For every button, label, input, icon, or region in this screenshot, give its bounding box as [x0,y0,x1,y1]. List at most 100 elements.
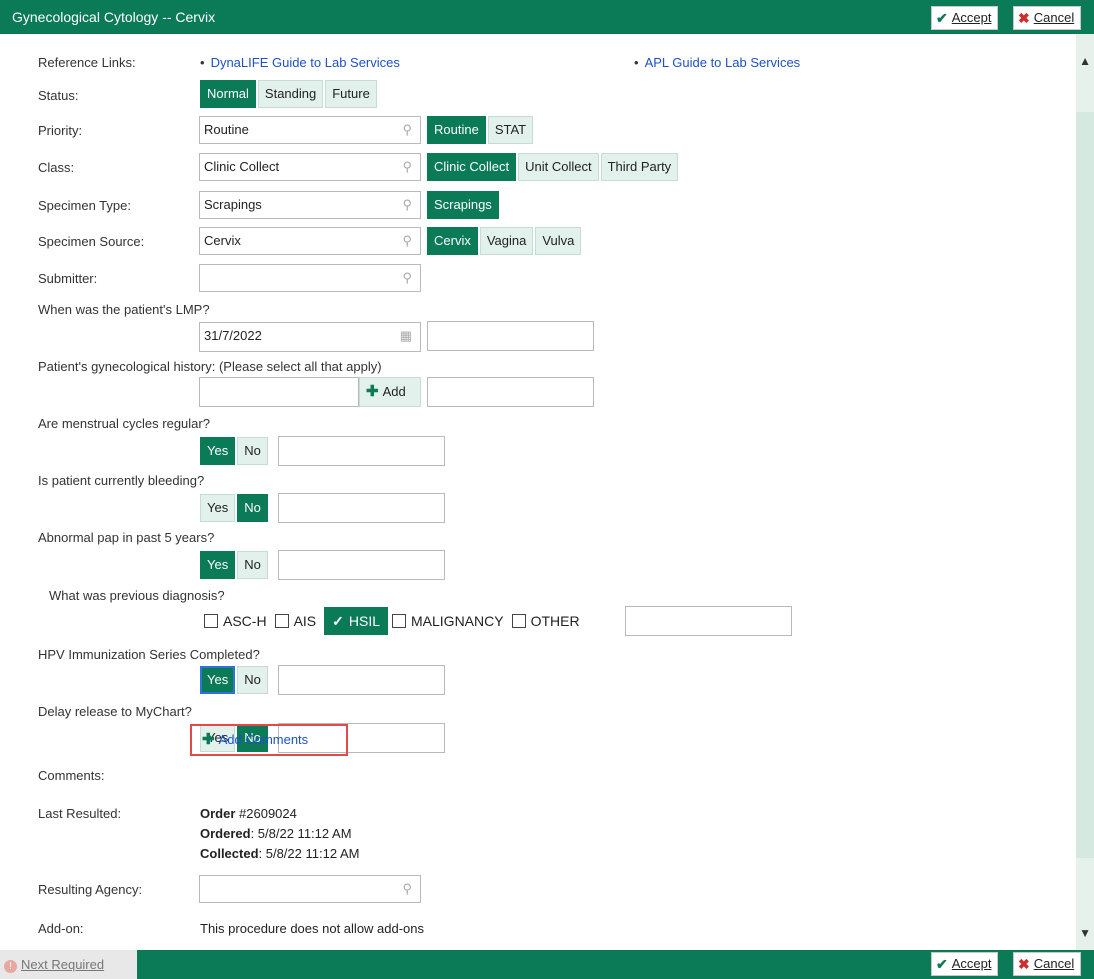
specimen-type-label: Specimen Type: [38,198,131,213]
class-unit-collect[interactable]: Unit Collect [518,153,599,181]
status-future[interactable]: Future [325,80,377,108]
calendar-icon[interactable]: ▦ [400,323,412,349]
specimen-source-toggle: Cervix Vagina Vulva [427,227,583,255]
menstrual-no[interactable]: No [237,437,268,465]
status-label: Status: [38,88,79,103]
status-standing[interactable]: Standing [257,80,324,108]
abnormal-pap-question: Abnormal pap in past 5 years? [38,530,215,545]
last-resulted-order: Order #2609024 [200,806,297,821]
resulting-agency-label: Resulting Agency: [38,882,143,897]
lmp-question: When was the patient's LMP? [38,302,210,317]
chevron-down-icon[interactable]: ▼ [1079,926,1091,940]
checkmark-icon: ✓ [332,612,344,629]
plus-icon: ✚ [366,383,379,400]
class-third-party[interactable]: Third Party [600,153,679,181]
diagnosis-other-checkbox[interactable]: OTHER [511,613,580,629]
diagnosis-ais-checkbox[interactable]: AIS [274,613,316,629]
checkmark-icon: ✔ [936,10,948,26]
bleeding-yes[interactable]: Yes [200,494,236,522]
specimen-type-scrapings[interactable]: Scrapings [427,191,499,219]
vertical-scrollbar[interactable]: ▲ ▼ [1076,34,1094,950]
checkmark-icon: ✔ [936,956,948,972]
hpv-comment-field[interactable] [278,665,445,695]
delay-release-question: Delay release to MyChart? [38,704,192,719]
plus-icon: ✚ [202,731,215,748]
priority-stat[interactable]: STAT [487,116,534,144]
specimen-type-input[interactable]: Scrapings ⚲ [199,191,421,219]
diagnosis-other-field[interactable] [625,606,792,636]
hpv-no[interactable]: No [237,666,268,694]
accept-button-top[interactable]: ✔ Accept [931,6,999,30]
bleeding-comment-field[interactable] [278,493,445,523]
specimen-source-cervix[interactable]: Cervix [427,227,478,255]
status-normal[interactable]: Normal [200,80,256,108]
priority-input[interactable]: Routine ⚲ [199,116,421,144]
search-icon[interactable]: ⚲ [402,876,412,902]
addon-text: This procedure does not allow add-ons [200,921,425,936]
class-clinic-collect[interactable]: Clinic Collect [427,153,517,181]
hpv-toggle: Yes No [200,666,270,694]
resulting-agency-input[interactable]: ⚲ [199,875,421,903]
class-label: Class: [38,160,75,175]
status-toggle: Normal Standing Future [200,80,379,108]
search-icon[interactable]: ⚲ [402,154,412,180]
scroll-thumb[interactable] [1076,112,1094,858]
next-required-button[interactable]: ! Next Required [0,950,137,979]
hpv-question: HPV Immunization Series Completed? [38,647,260,662]
submitter-input[interactable]: ⚲ [199,264,421,292]
reference-links-label: Reference Links: [38,55,136,70]
gyn-history-field[interactable] [199,377,359,407]
specimen-source-label: Specimen Source: [38,234,145,249]
priority-label: Priority: [38,123,83,138]
diagnosis-hsil-checkbox[interactable]: ✓ HSIL [324,607,388,635]
last-resulted-collected: Collected: 5/8/22 11:12 AM [200,846,360,861]
bleeding-toggle: Yes No [200,494,270,522]
title-bar: Gynecological Cytology -- Cervix ✔ Accep… [0,0,1094,34]
abnormal-pap-no[interactable]: No [237,551,268,579]
previous-diagnosis-question: What was previous diagnosis? [49,588,225,603]
add-comments-link[interactable]: ✚ Add Comments [190,724,348,756]
specimen-source-vulva[interactable]: Vulva [535,227,582,255]
accept-button-bottom[interactable]: ✔ Accept [931,952,999,976]
bleeding-no[interactable]: No [237,494,268,522]
hpv-yes[interactable]: Yes [200,666,236,694]
abnormal-pap-yes[interactable]: Yes [200,551,236,579]
menstrual-question: Are menstrual cycles regular? [38,416,210,431]
accept-label: Accept [951,10,992,25]
abnormal-pap-toggle: Yes No [200,551,270,579]
specimen-source-vagina[interactable]: Vagina [479,227,534,255]
search-icon[interactable]: ⚲ [402,117,412,143]
diagnosis-asc-h-checkbox[interactable]: ASC-H [204,613,267,629]
gyn-history-add-button[interactable]: ✚ Add [359,377,421,407]
last-resulted-label: Last Resulted: [38,806,122,821]
class-input[interactable]: Clinic Collect ⚲ [199,153,421,181]
diagnosis-malignancy-checkbox[interactable]: MALIGNANCY [392,613,504,629]
chevron-up-icon[interactable]: ▲ [1079,54,1091,68]
gyn-history-question: Patient's gynecological history: (Please… [38,359,382,374]
menstrual-yes[interactable]: Yes [200,437,236,465]
last-resulted-ordered: Ordered: 5/8/22 11:12 AM [200,826,352,841]
link-apl[interactable]: • APL Guide to Lab Services [634,55,800,70]
search-icon[interactable]: ⚲ [402,265,412,291]
form-content: Reference Links: • DynaLIFE Guide to Lab … [0,34,1076,950]
bottom-bar: ! Next Required ✔ Accept ✖ Cancel [0,950,1094,979]
lmp-date-input[interactable]: 31/7/2022 ▦ [199,322,421,352]
search-icon[interactable]: ⚲ [402,192,412,218]
alert-icon: ! [4,960,17,973]
gyn-history-comment-field[interactable] [427,377,594,407]
menstrual-comment-field[interactable] [278,436,445,466]
x-icon: ✖ [1018,956,1030,972]
specimen-type-toggle: Scrapings [427,191,501,219]
abnormal-pap-comment-field[interactable] [278,550,445,580]
cancel-button-bottom[interactable]: ✖ Cancel [1013,952,1082,976]
cancel-button-top[interactable]: ✖ Cancel [1013,6,1082,30]
window-title: Gynecological Cytology -- Cervix [12,9,216,25]
specimen-source-input[interactable]: Cervix ⚲ [199,227,421,255]
menstrual-toggle: Yes No [200,437,270,465]
search-icon[interactable]: ⚲ [402,228,412,254]
lmp-comment-field[interactable] [427,321,594,351]
priority-routine[interactable]: Routine [427,116,486,144]
addon-label: Add-on: [38,921,84,936]
x-icon: ✖ [1018,10,1030,26]
link-dynalife[interactable]: • DynaLIFE Guide to Lab Services [200,55,400,70]
